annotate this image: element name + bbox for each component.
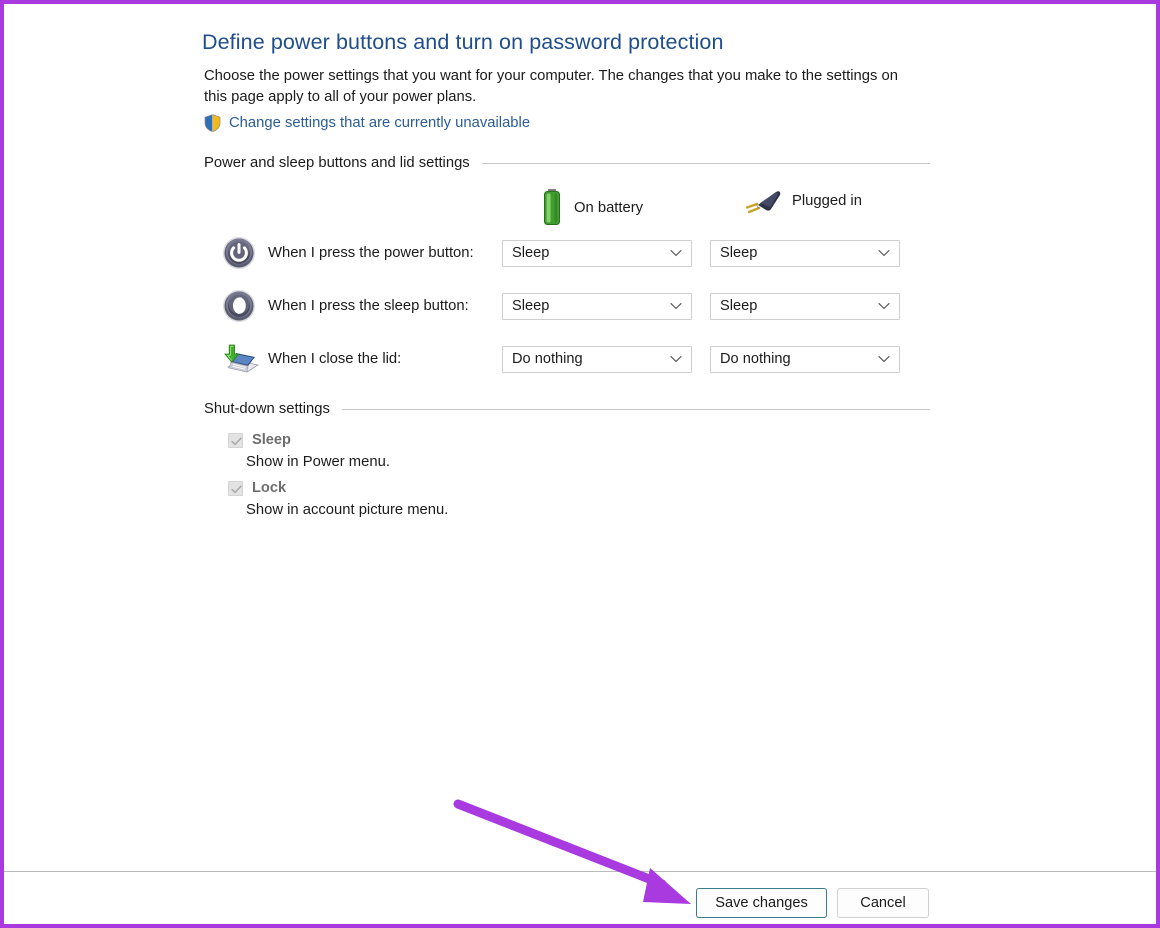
group-header-divider [481, 162, 930, 164]
column-header-on-battery-label: On battery [574, 200, 644, 216]
chevron-down-icon [670, 250, 682, 257]
close-lid-plugged-in-value: Do nothing [720, 351, 791, 367]
shutdown-settings-group-label: Shut-down settings [204, 401, 330, 417]
control-panel-page: Define power buttons and turn on passwor… [4, 4, 1156, 924]
shutdown-option-sleep-row[interactable]: Sleep [228, 432, 390, 448]
sleep-button-on-battery-value: Sleep [512, 298, 550, 314]
group-header-divider [341, 408, 930, 410]
close-lid-plugged-in-dropdown[interactable]: Do nothing [710, 345, 900, 373]
sleep-button-plugged-in-dropdown[interactable]: Sleep [710, 292, 900, 320]
sleep-button-icon [222, 289, 268, 323]
chevron-down-icon [670, 303, 682, 310]
annotation-arrow [453, 799, 691, 904]
setting-row-power-button: When I press the power button: Sleep Sle… [222, 236, 912, 270]
shutdown-option-lock: Lock Show in account picture menu. [228, 480, 448, 518]
setting-row-sleep-button: When I press the sleep button: Sleep Sle… [222, 289, 912, 323]
save-changes-button[interactable]: Save changes [696, 888, 827, 918]
close-lid-on-battery-value: Do nothing [512, 351, 583, 367]
page-title: Define power buttons and turn on passwor… [202, 30, 724, 54]
power-plug-icon [744, 188, 782, 214]
setting-row-close-lid: When I close the lid: Do nothing Do noth… [222, 342, 912, 376]
setting-row-power-button-label: When I press the power button: [268, 245, 474, 261]
chevron-down-icon [670, 356, 682, 363]
shutdown-option-lock-row[interactable]: Lock [228, 480, 448, 496]
sleep-checkbox-description: Show in Power menu. [246, 454, 390, 470]
chevron-down-icon [878, 356, 890, 363]
column-header-plugged-in-label: Plugged in [792, 193, 862, 209]
setting-row-close-lid-label: When I close the lid: [268, 351, 402, 367]
sleep-checkbox[interactable] [228, 432, 243, 448]
lock-checkbox-description: Show in account picture menu. [246, 502, 449, 518]
sleep-checkbox-label: Sleep [252, 432, 291, 448]
page-description: Choose the power settings that you want … [204, 68, 898, 105]
column-header-plugged-in: Plugged in [744, 188, 862, 214]
close-lid-on-battery-dropdown[interactable]: Do nothing [502, 345, 692, 373]
chevron-down-icon [878, 250, 890, 257]
shield-icon [204, 114, 221, 132]
power-button-plugged-in-value: Sleep [720, 245, 758, 261]
laptop-lid-icon [222, 343, 268, 375]
power-button-on-battery-value: Sleep [512, 245, 550, 261]
checkmark-icon [231, 484, 242, 493]
chevron-down-icon [878, 303, 890, 310]
shutdown-option-sleep: Sleep Show in Power menu. [228, 432, 390, 470]
footer-divider [4, 871, 1156, 872]
power-button-on-battery-dropdown[interactable]: Sleep [502, 239, 692, 267]
power-settings-group-header: Power and sleep buttons and lid settings [204, 155, 930, 171]
battery-icon [540, 188, 564, 228]
lock-checkbox[interactable] [228, 480, 243, 496]
change-settings-link-row[interactable]: Change settings that are currently unava… [204, 114, 530, 132]
shutdown-settings-group-header: Shut-down settings [204, 401, 930, 417]
cancel-button[interactable]: Cancel [837, 888, 929, 918]
column-header-on-battery: On battery [540, 188, 643, 228]
setting-row-sleep-button-label: When I press the sleep button: [268, 298, 469, 314]
lock-checkbox-label: Lock [252, 480, 287, 496]
annotated-screenshot-frame: Define power buttons and turn on passwor… [0, 0, 1160, 928]
sleep-button-on-battery-dropdown[interactable]: Sleep [502, 292, 692, 320]
power-settings-group-label: Power and sleep buttons and lid settings [204, 155, 470, 171]
sleep-button-plugged-in-value: Sleep [720, 298, 758, 314]
power-button-icon [222, 236, 268, 270]
checkmark-icon [231, 436, 242, 445]
change-settings-link-label[interactable]: Change settings that are currently unava… [229, 115, 530, 131]
power-button-plugged-in-dropdown[interactable]: Sleep [710, 239, 900, 267]
